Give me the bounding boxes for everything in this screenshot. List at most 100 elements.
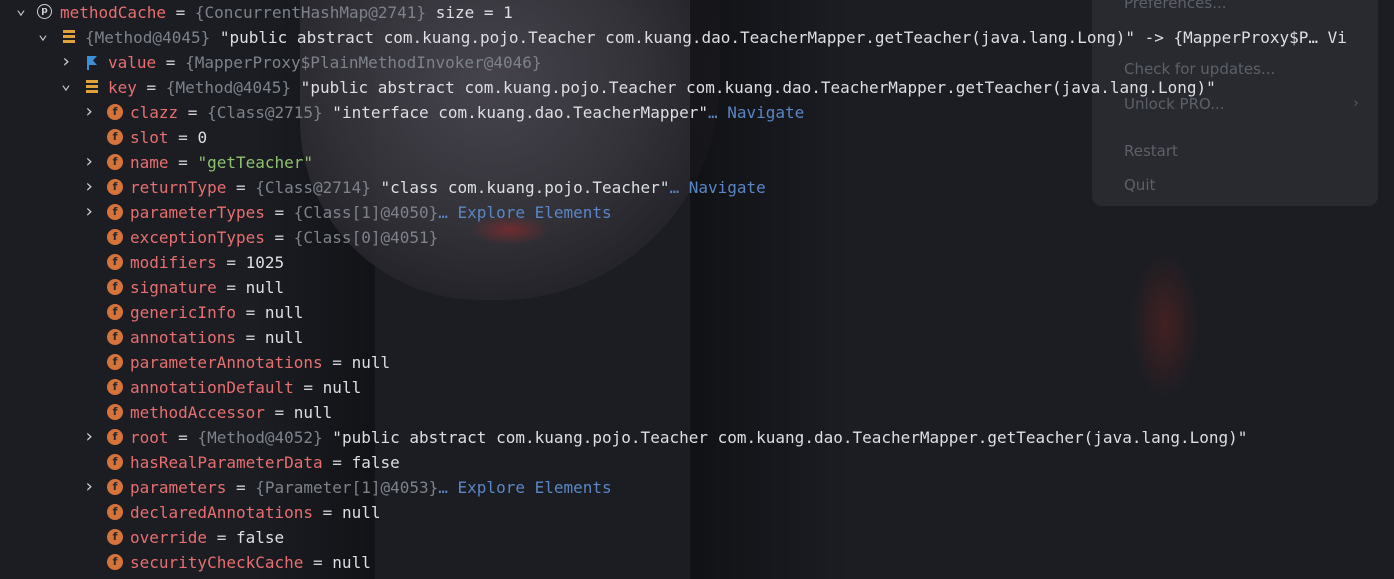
var-value: "interface com.kuang.dao.TeacherMapper" [322,103,708,122]
var-name: hasRealParameterData [130,453,323,472]
chevron-down-icon[interactable]: ⌄ [36,25,50,50]
chevron-right-icon[interactable]: › [82,150,96,175]
equals-sign: = [313,503,342,522]
var-value: size = 1 [426,3,513,22]
object-ref: {Method@4045} [165,78,292,97]
equals-sign: = [226,478,256,497]
var-name: override [130,528,208,547]
var-name: parameterAnnotations [130,353,323,372]
field-icon: f [107,479,123,495]
chevron-right-icon[interactable]: › [82,175,96,200]
object-ref: {Class@2714} [255,178,371,197]
var-name: methodAccessor [130,403,265,422]
flag-icon [85,55,99,70]
field-icon: f [107,404,123,420]
menu-item-quit[interactable]: Quit [1124,176,1155,194]
var-name: key [108,78,137,97]
var-name: methodCache [60,3,166,22]
var-name: slot [130,128,169,147]
equals-sign: = [216,278,246,297]
inline-link[interactable]: … Explore Elements [438,203,611,222]
var-value: 1025 [245,253,285,272]
equals-sign: = [165,3,195,22]
equals-sign: = [226,178,256,197]
field-icon: f [107,179,123,195]
var-value: null [332,553,371,572]
var-value: "class com.kuang.pojo.Teacher" [370,178,670,197]
field-icon: f [107,279,123,295]
object-ref: {ConcurrentHashMap@2741} [194,3,427,22]
menu-item-preferences[interactable]: Preferences... [1124,0,1227,12]
var-name: securityCheckCache [130,553,304,572]
field-icon: f [107,154,123,170]
var-value: false [235,528,285,547]
var-name: parameters [130,478,227,497]
equals-sign: = [264,403,294,422]
chevron-down-icon[interactable]: ⌄ [59,75,73,100]
menu-item-restart[interactable]: Restart [1124,142,1178,160]
object-ref: {Class[0]@4051} [293,228,439,247]
var-value: null [245,278,285,297]
var-value: "public abstract com.kuang.pojo.Teacher … [210,28,1347,47]
field-icon: f [107,354,123,370]
object-ref: {Parameter[1]@4053} [255,478,439,497]
equals-sign: = [235,303,265,322]
var-name: declaredAnnotations [130,503,314,522]
chevron-right-icon[interactable]: › [59,50,73,75]
var-name: genericInfo [130,303,236,322]
var-value: null [264,328,304,347]
equals-sign: = [235,328,265,347]
object-ref: {Method@4052} [197,428,323,447]
chevron-right-icon[interactable]: › [82,425,96,450]
object-ref: {Method@4045} [85,28,211,47]
equals-sign: = [293,378,323,397]
var-value: "getTeacher" [197,153,314,172]
inline-link[interactable]: … Navigate [708,103,804,122]
equals-sign: = [207,528,236,547]
equals-sign: = [216,253,246,272]
equals-sign: = [322,353,352,372]
var-name: root [130,428,169,447]
var-name: name [130,153,169,172]
var-name: annotations [130,328,236,347]
chevron-right-icon: › [1352,96,1360,111]
var-name: parameterTypes [130,203,265,222]
field-icon: f [107,554,123,570]
object-ref: {MapperProxy$PlainMethodInvoker@4046} [185,53,542,72]
var-name: exceptionTypes [130,228,265,247]
var-value: null [264,303,304,322]
equals-sign: = [136,78,166,97]
field-icon: f [107,504,123,520]
object-ref: {Class[1]@4050} [293,203,439,222]
var-value: "public abstract com.kuang.pojo.Teacher … [291,78,1216,97]
chevron-right-icon[interactable]: › [82,100,96,125]
equals-sign: = [178,103,208,122]
var-value: false [351,453,400,472]
var-name: value [108,53,157,72]
equals-sign: = [303,553,333,572]
var-value: null [351,353,391,372]
var-name: clazz [130,103,179,122]
chevron-right-icon[interactable]: › [82,200,96,225]
var-name: modifiers [130,253,217,272]
field-icon: f [107,379,123,395]
equals-sign: = [168,428,198,447]
inline-link[interactable]: … Navigate [669,178,765,197]
field-icon: f [107,304,123,320]
var-value: 0 [197,128,208,147]
entry-icon [62,29,76,45]
field-icon: f [107,329,123,345]
field-icon: f [107,129,123,145]
equals-sign: = [322,453,352,472]
var-name: signature [130,278,217,297]
chevron-right-icon[interactable]: › [82,475,96,500]
field-icon: f [107,254,123,270]
chevron-down-icon[interactable]: ⌄ [14,0,28,25]
var-value: null [293,403,333,422]
field-icon: f [107,204,123,220]
equals-sign: = [156,53,186,72]
var-name: annotationDefault [130,378,294,397]
equals-sign: = [264,228,294,247]
field-icon: f [107,454,123,470]
inline-link[interactable]: … Explore Elements [438,478,611,497]
